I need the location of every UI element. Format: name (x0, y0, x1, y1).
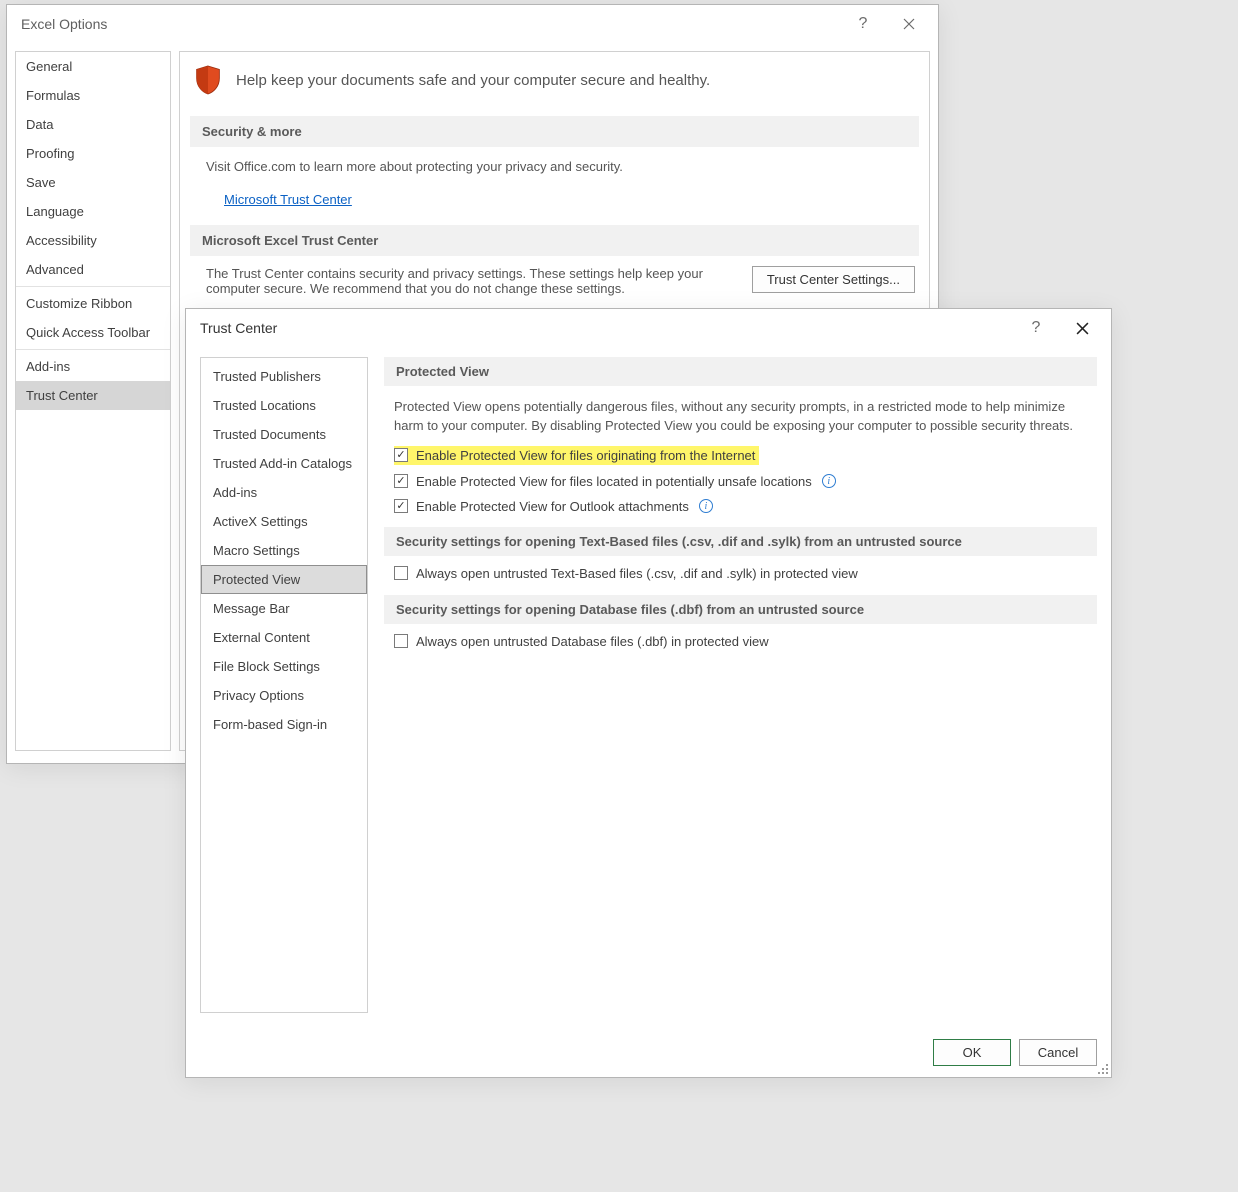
excel-options-title: Excel Options (21, 16, 840, 32)
trust-center-footer: OK Cancel (186, 1027, 1111, 1077)
checkbox-icon: ✓ (394, 474, 408, 488)
resize-grip[interactable] (1094, 1060, 1108, 1074)
section-excel-trust-center: Microsoft Excel Trust Center (190, 225, 919, 256)
checkbox-pv-outlook[interactable]: ✓ Enable Protected View for Outlook atta… (384, 496, 1097, 517)
sidebar-item-customize-ribbon[interactable]: Customize Ribbon (16, 289, 170, 318)
info-icon[interactable]: i (822, 474, 836, 488)
options-banner: Help keep your documents safe and your c… (180, 52, 929, 116)
checkbox-label: Enable Protected View for files located … (416, 474, 812, 489)
excel-options-titlebar: Excel Options ? (7, 5, 938, 43)
excel-trust-center-desc: The Trust Center contains security and p… (206, 266, 726, 296)
tc-sidebar-item-trusted-publishers[interactable]: Trusted Publishers (201, 362, 367, 391)
help-button[interactable]: ? (840, 9, 886, 39)
sidebar-item-add-ins[interactable]: Add-ins (16, 352, 170, 381)
section-security-body: Visit Office.com to learn more about pro… (180, 147, 929, 225)
section-security-more: Security & more (190, 116, 919, 147)
banner-text: Help keep your documents safe and your c… (236, 72, 710, 89)
sidebar-item-formulas[interactable]: Formulas (16, 81, 170, 110)
protected-view-heading: Protected View (384, 357, 1097, 386)
tc-sidebar-item-trusted-documents[interactable]: Trusted Documents (201, 420, 367, 449)
checkbox-icon (394, 566, 408, 580)
cancel-button[interactable]: Cancel (1019, 1039, 1097, 1066)
security-visit-text: Visit Office.com to learn more about pro… (206, 159, 915, 174)
trust-center-window: Trust Center ? Trusted PublishersTrusted… (185, 308, 1112, 1078)
text-files-heading: Security settings for opening Text-Based… (384, 527, 1097, 556)
tc-sidebar-item-trusted-locations[interactable]: Trusted Locations (201, 391, 367, 420)
trust-center-sidebar: Trusted PublishersTrusted LocationsTrust… (200, 357, 368, 1013)
trust-center-title: Trust Center (200, 320, 1013, 336)
trust-center-settings-button[interactable]: Trust Center Settings... (752, 266, 915, 293)
sidebar-item-proofing[interactable]: Proofing (16, 139, 170, 168)
checkbox-label: Enable Protected View for files originat… (416, 448, 755, 463)
sidebar-separator (16, 286, 170, 287)
ok-button[interactable]: OK (933, 1039, 1011, 1066)
close-icon (903, 18, 915, 30)
checkbox-db-files[interactable]: Always open untrusted Database files (.d… (384, 624, 1097, 659)
sidebar-item-data[interactable]: Data (16, 110, 170, 139)
close-icon (1076, 322, 1089, 335)
tc-sidebar-item-activex-settings[interactable]: ActiveX Settings (201, 507, 367, 536)
checkbox-icon: ✓ (394, 499, 408, 513)
tc-sidebar-item-add-ins[interactable]: Add-ins (201, 478, 367, 507)
checkbox-icon: ✓ (394, 448, 408, 462)
tc-sidebar-item-macro-settings[interactable]: Macro Settings (201, 536, 367, 565)
db-files-heading: Security settings for opening Database f… (384, 595, 1097, 624)
trust-center-main: Protected View Protected View opens pote… (384, 357, 1097, 1013)
tc-sidebar-item-message-bar[interactable]: Message Bar (201, 594, 367, 623)
sidebar-item-accessibility[interactable]: Accessibility (16, 226, 170, 255)
sidebar-item-language[interactable]: Language (16, 197, 170, 226)
help-button[interactable]: ? (1013, 313, 1059, 343)
tc-sidebar-item-trusted-add-in-catalogs[interactable]: Trusted Add-in Catalogs (201, 449, 367, 478)
options-sidebar: GeneralFormulasDataProofingSaveLanguageA… (15, 51, 171, 751)
shield-icon (194, 64, 222, 96)
trust-center-titlebar: Trust Center ? (186, 309, 1111, 347)
checkbox-text-files[interactable]: Always open untrusted Text-Based files (… (384, 556, 1097, 595)
close-button[interactable] (886, 9, 932, 39)
tc-sidebar-item-form-based-sign-in[interactable]: Form-based Sign-in (201, 710, 367, 739)
info-icon[interactable]: i (699, 499, 713, 513)
sidebar-item-general[interactable]: General (16, 52, 170, 81)
protected-view-description: Protected View opens potentially dangero… (384, 386, 1097, 446)
checkbox-label: Enable Protected View for Outlook attach… (416, 499, 689, 514)
checkbox-pv-internet[interactable]: ✓ Enable Protected View for files origin… (394, 446, 759, 465)
sidebar-separator (16, 349, 170, 350)
sidebar-item-advanced[interactable]: Advanced (16, 255, 170, 284)
checkbox-pv-unsafe-locations[interactable]: ✓ Enable Protected View for files locate… (384, 471, 1097, 492)
checkbox-label: Always open untrusted Text-Based files (… (416, 566, 858, 581)
microsoft-trust-center-link[interactable]: Microsoft Trust Center (224, 192, 352, 207)
sidebar-item-save[interactable]: Save (16, 168, 170, 197)
tc-sidebar-item-external-content[interactable]: External Content (201, 623, 367, 652)
tc-sidebar-item-privacy-options[interactable]: Privacy Options (201, 681, 367, 710)
tc-sidebar-item-file-block-settings[interactable]: File Block Settings (201, 652, 367, 681)
sidebar-item-quick-access-toolbar[interactable]: Quick Access Toolbar (16, 318, 170, 347)
sidebar-item-trust-center[interactable]: Trust Center (16, 381, 170, 410)
close-button[interactable] (1059, 313, 1105, 343)
checkbox-icon (394, 634, 408, 648)
checkbox-label: Always open untrusted Database files (.d… (416, 634, 769, 649)
tc-sidebar-item-protected-view[interactable]: Protected View (201, 565, 367, 594)
